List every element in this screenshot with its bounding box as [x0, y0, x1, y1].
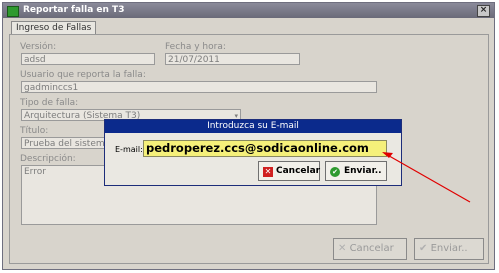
annotation-arrow-line: [383, 152, 471, 203]
annotation-arrow: [382, 152, 471, 203]
